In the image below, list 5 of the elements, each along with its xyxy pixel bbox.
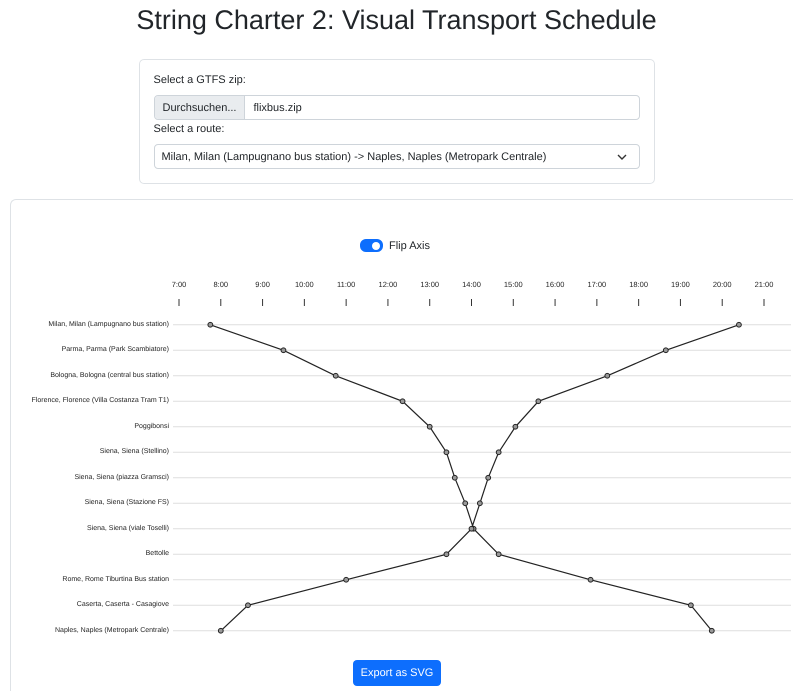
file-name: flixbus.zip <box>252 100 303 116</box>
toggle-label: Flip Axis <box>389 240 430 252</box>
field-label: Select a route: <box>154 123 226 135</box>
page-title: String Charter 2: Visual Transport Schedule <box>135 4 658 37</box>
field-label: Select a GTFS zip: <box>154 74 247 86</box>
